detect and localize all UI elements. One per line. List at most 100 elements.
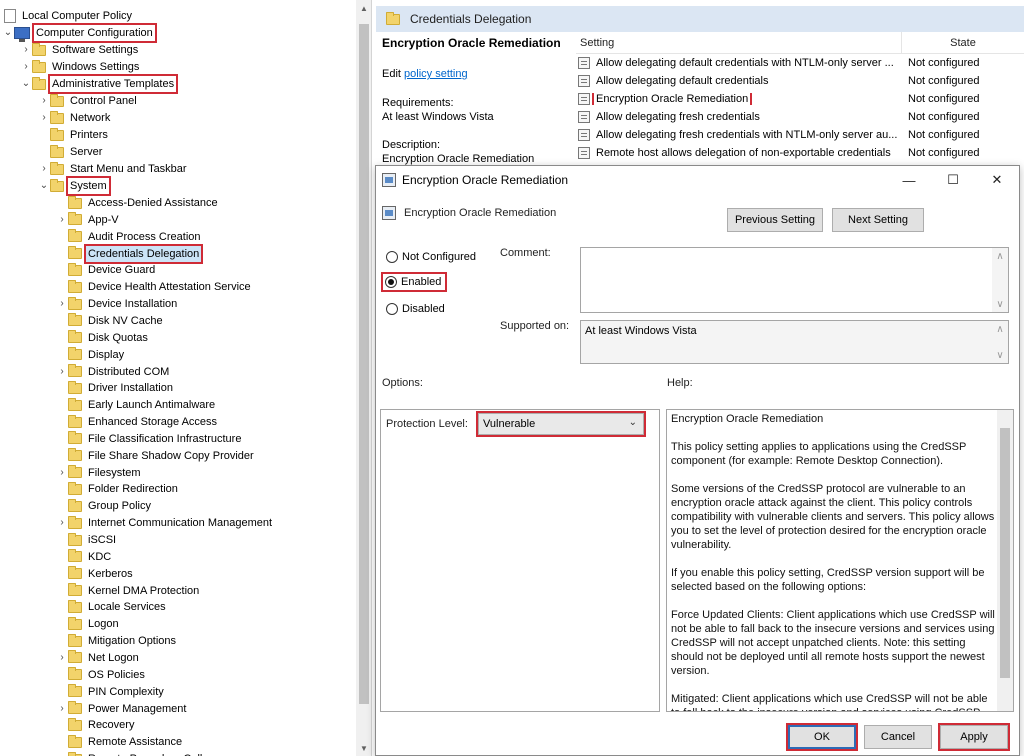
tree-item-system-child[interactable]: File Classification Infrastructure xyxy=(56,431,243,447)
previous-setting-button[interactable]: Previous Setting xyxy=(727,208,823,232)
tree-item-system-child[interactable]: Recovery xyxy=(56,717,136,733)
tree-item-system[interactable]: ⌄ System xyxy=(38,176,111,196)
scroll-down-icon[interactable]: ∨ xyxy=(992,296,1008,312)
tree-root[interactable]: Local Computer Policy xyxy=(4,8,134,24)
protection-level-dropdown[interactable]: Vulnerable ⌄ xyxy=(476,411,646,437)
chevron-right-icon[interactable]: › xyxy=(56,364,68,380)
tree-item-system-child[interactable]: › Filesystem xyxy=(56,465,143,481)
tree-scrollbar[interactable]: ▲ ▼ xyxy=(356,0,371,756)
tree-item-system-child[interactable]: Folder Redirection xyxy=(56,481,180,497)
tree-item-system-child[interactable]: › Net Logon xyxy=(56,650,141,666)
chevron-right-icon[interactable]: › xyxy=(56,296,68,312)
tree-item-system-child[interactable]: OS Policies xyxy=(56,667,147,683)
tree-item-system-child[interactable]: › Power Management xyxy=(56,701,188,717)
table-row[interactable]: Allow delegating fresh credentials with … xyxy=(576,126,1024,144)
tree-item-system-child[interactable]: Device Guard xyxy=(56,262,157,278)
tree-item-system-child[interactable]: Early Launch Antimalware xyxy=(56,397,217,413)
radio-not-configured-indicator[interactable] xyxy=(386,251,398,263)
tree-item-system-child[interactable]: Disk Quotas xyxy=(56,330,150,346)
close-icon[interactable]: ✕ xyxy=(975,166,1019,194)
tree-item-system-child[interactable]: PIN Complexity xyxy=(56,684,166,700)
next-setting-button[interactable]: Next Setting xyxy=(832,208,924,232)
dialog-titlebar[interactable]: Encryption Oracle Remediation — ☐ ✕ xyxy=(376,166,1019,194)
chevron-right-icon[interactable]: › xyxy=(20,42,32,58)
tree-item-system-child[interactable]: Locale Services xyxy=(56,599,168,615)
chevron-right-icon[interactable]: › xyxy=(38,93,50,109)
tree-item-windows-settings[interactable]: › Windows Settings xyxy=(20,59,141,75)
tree-item-computer-configuration[interactable]: ⌄ Computer Configuration xyxy=(2,23,157,43)
minimize-icon[interactable]: — xyxy=(887,166,931,194)
chevron-right-icon[interactable]: › xyxy=(38,110,50,126)
chevron-right-icon[interactable]: › xyxy=(56,701,68,717)
tree-item-system-child[interactable]: Disk NV Cache xyxy=(56,313,165,329)
tree-item-system-child[interactable]: Logon xyxy=(56,616,121,632)
table-row[interactable]: Allow delegating fresh credentials Not co… xyxy=(576,108,1024,126)
radio-not-configured[interactable]: Not Configured xyxy=(386,251,476,263)
tree-item-system-child[interactable]: KDC xyxy=(56,549,113,565)
tree-item-system-child[interactable]: Kerberos xyxy=(56,566,135,582)
scroll-thumb[interactable] xyxy=(359,24,369,704)
scroll-up-icon[interactable]: ▲ xyxy=(356,0,371,16)
edit-policy-link[interactable]: policy setting xyxy=(404,68,468,80)
tree-item-system-child[interactable]: Credentials Delegation xyxy=(56,243,204,264)
help-scrollbar[interactable] xyxy=(997,409,1014,712)
table-row[interactable]: Allow delegating default credentials wit… xyxy=(576,54,1024,72)
tree-item-system-child[interactable]: Device Health Attestation Service xyxy=(56,279,253,295)
table-row[interactable]: Remote host allows delegation of non-exp… xyxy=(576,144,1024,162)
comment-field[interactable]: ∧ ∨ xyxy=(580,247,1009,313)
chevron-down-icon[interactable]: ⌄ xyxy=(20,76,32,92)
tree-item-printers[interactable]: Printers xyxy=(38,127,110,143)
chevron-down-icon[interactable]: ⌄ xyxy=(2,25,14,41)
tree-item-administrative-templates[interactable]: ⌄ Administrative Templates xyxy=(20,74,179,94)
tree-item-control-panel[interactable]: › Control Panel xyxy=(38,93,139,109)
ok-button[interactable]: OK xyxy=(786,723,858,751)
radio-disabled-indicator[interactable] xyxy=(386,303,398,315)
radio-disabled[interactable]: Disabled xyxy=(386,303,445,315)
apply-button[interactable]: Apply xyxy=(938,723,1010,751)
tree-item-system-child[interactable]: Access-Denied Assistance xyxy=(56,195,220,211)
tree-item-system-child[interactable]: › Device Installation xyxy=(56,296,179,312)
chevron-down-icon[interactable]: ⌄ xyxy=(38,178,50,194)
tree-item-system-child[interactable]: Enhanced Storage Access xyxy=(56,414,219,430)
tree-item-system-child[interactable]: Mitigation Options xyxy=(56,633,178,649)
folder-icon xyxy=(50,93,64,107)
scroll-thumb[interactable] xyxy=(1000,428,1010,678)
chevron-right-icon[interactable]: › xyxy=(20,59,32,75)
chevron-right-icon[interactable]: › xyxy=(56,515,68,531)
chevron-right-icon[interactable]: › xyxy=(56,465,68,481)
tree-item-system-child[interactable]: › Internet Communication Management xyxy=(56,515,274,531)
tree-item-network[interactable]: › Network xyxy=(38,110,112,126)
column-header-state[interactable]: State xyxy=(902,32,1024,53)
tree-item-server[interactable]: Server xyxy=(38,144,104,160)
radio-enabled-indicator[interactable] xyxy=(385,276,397,288)
table-row[interactable]: Encryption Oracle Remediation Not configu… xyxy=(576,90,1024,108)
tree-item-software-settings[interactable]: › Software Settings xyxy=(20,42,140,58)
help-paragraph: This policy setting applies to applicati… xyxy=(671,441,967,467)
scroll-down-icon[interactable]: ▼ xyxy=(356,740,371,756)
tree-item-system-child[interactable]: File Share Shadow Copy Provider xyxy=(56,448,256,464)
chevron-right-icon[interactable]: › xyxy=(56,650,68,666)
tree-item-system-child[interactable]: Group Policy xyxy=(56,498,153,514)
comment-scrollbar[interactable]: ∧ ∨ xyxy=(992,248,1008,312)
tree-item-system-child[interactable]: Display xyxy=(56,347,126,363)
tree-item-start-menu[interactable]: › Start Menu and Taskbar xyxy=(38,161,189,177)
tree-item-system-child[interactable]: Driver Installation xyxy=(56,380,175,396)
tree-item-system-child[interactable]: › Distributed COM xyxy=(56,364,171,380)
column-header-setting[interactable]: Setting xyxy=(576,32,902,53)
scroll-up-icon[interactable]: ∧ xyxy=(992,248,1008,264)
supported-scrollbar[interactable]: ∧ ∨ xyxy=(992,321,1008,363)
table-row[interactable]: Allow delegating default credentials Not … xyxy=(576,72,1024,90)
scroll-down-icon[interactable]: ∨ xyxy=(992,347,1008,363)
chevron-right-icon[interactable]: › xyxy=(38,161,50,177)
tree-item-system-child[interactable]: › App-V xyxy=(56,212,121,228)
tree-item-system-child[interactable]: Kernel DMA Protection xyxy=(56,583,201,599)
tree-item-system-child[interactable]: Remote Assistance xyxy=(56,734,184,750)
tree-item-system-child[interactable]: iSCSI xyxy=(56,532,118,548)
tree-item-system-child[interactable]: Remote Procedure Call xyxy=(56,751,204,756)
radio-enabled[interactable]: Enabled xyxy=(380,272,448,292)
scroll-up-icon[interactable]: ∧ xyxy=(992,321,1008,337)
tree-item-system-child[interactable]: Audit Process Creation xyxy=(56,229,203,245)
maximize-icon[interactable]: ☐ xyxy=(931,166,975,194)
cancel-button[interactable]: Cancel xyxy=(864,725,932,749)
chevron-right-icon[interactable]: › xyxy=(56,212,68,228)
